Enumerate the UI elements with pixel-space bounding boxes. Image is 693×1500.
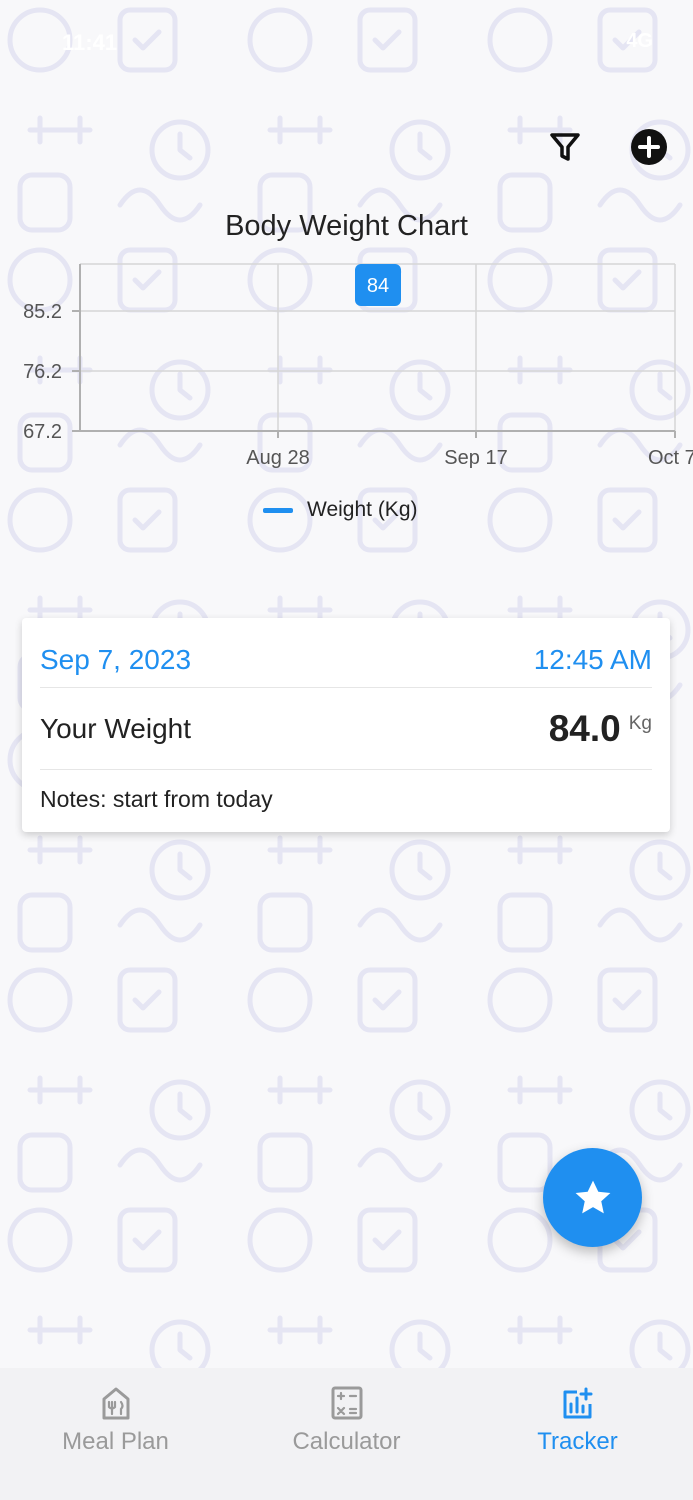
weight-entry-card[interactable]: Sep 7, 2023 12:45 AM Your Weight 84.0 Kg… xyxy=(22,618,670,832)
status-network: 4G xyxy=(626,30,653,52)
nav-item-calculator[interactable]: Calculator xyxy=(231,1368,462,1500)
meal-plan-icon xyxy=(102,1387,129,1420)
favorite-fab-button[interactable] xyxy=(543,1148,642,1247)
nav-item-meal-plan[interactable]: Meal Plan xyxy=(0,1368,231,1500)
nav-item-tracker[interactable]: Tracker xyxy=(462,1368,693,1500)
weight-label: Your Weight xyxy=(40,712,191,744)
entry-notes: Notes: start from today xyxy=(40,785,273,812)
nav-label: Calculator xyxy=(292,1428,401,1455)
plus-circle-icon xyxy=(631,129,667,165)
x-tick-label: Sep 17 xyxy=(444,447,507,469)
filter-button[interactable] xyxy=(544,126,586,168)
calculator-icon xyxy=(331,1386,362,1420)
legend-label: Weight (Kg) xyxy=(307,498,418,521)
add-entry-button[interactable] xyxy=(628,126,670,168)
data-label-text: 84 xyxy=(367,275,389,297)
chart-title: Body Weight Chart xyxy=(225,210,468,242)
x-tick-label: Oct 7 xyxy=(648,447,693,469)
nav-label: Meal Plan xyxy=(62,1428,169,1455)
status-time: 11:41 xyxy=(62,30,118,55)
x-tick-label: Aug 28 xyxy=(246,447,309,469)
y-tick-label: 76.2 xyxy=(23,361,62,383)
entry-date: Sep 7, 2023 xyxy=(40,643,192,675)
filter-icon xyxy=(550,133,580,161)
entry-time: 12:45 AM xyxy=(533,643,652,675)
entry-header-row: Sep 7, 2023 12:45 AM xyxy=(40,632,652,688)
bottom-navigation: Meal Plan Calculator Tracker xyxy=(0,1368,693,1500)
chart-legend: Weight (Kg) xyxy=(263,496,418,524)
entry-notes-row: Notes: start from today xyxy=(40,770,652,828)
star-icon xyxy=(575,1180,610,1213)
weight-unit: Kg xyxy=(628,712,652,734)
nav-label: Tracker xyxy=(537,1428,618,1455)
data-point-label: 84 xyxy=(355,264,401,306)
weight-value: 84.0 xyxy=(548,707,621,749)
y-tick-label: 85.2 xyxy=(23,301,62,323)
weight-value-group: 84.0 Kg xyxy=(549,708,652,750)
entry-weight-row: Your Weight 84.0 Kg xyxy=(40,688,652,770)
weight-chart: 85.2 76.2 67.2 Aug 28 Sep 17 Oct 7 84 xyxy=(23,263,693,469)
tracker-icon xyxy=(563,1387,592,1419)
status-bar: 11:41 4G xyxy=(0,0,693,90)
legend-swatch xyxy=(263,507,293,513)
y-tick-label: 67.2 xyxy=(23,421,62,443)
